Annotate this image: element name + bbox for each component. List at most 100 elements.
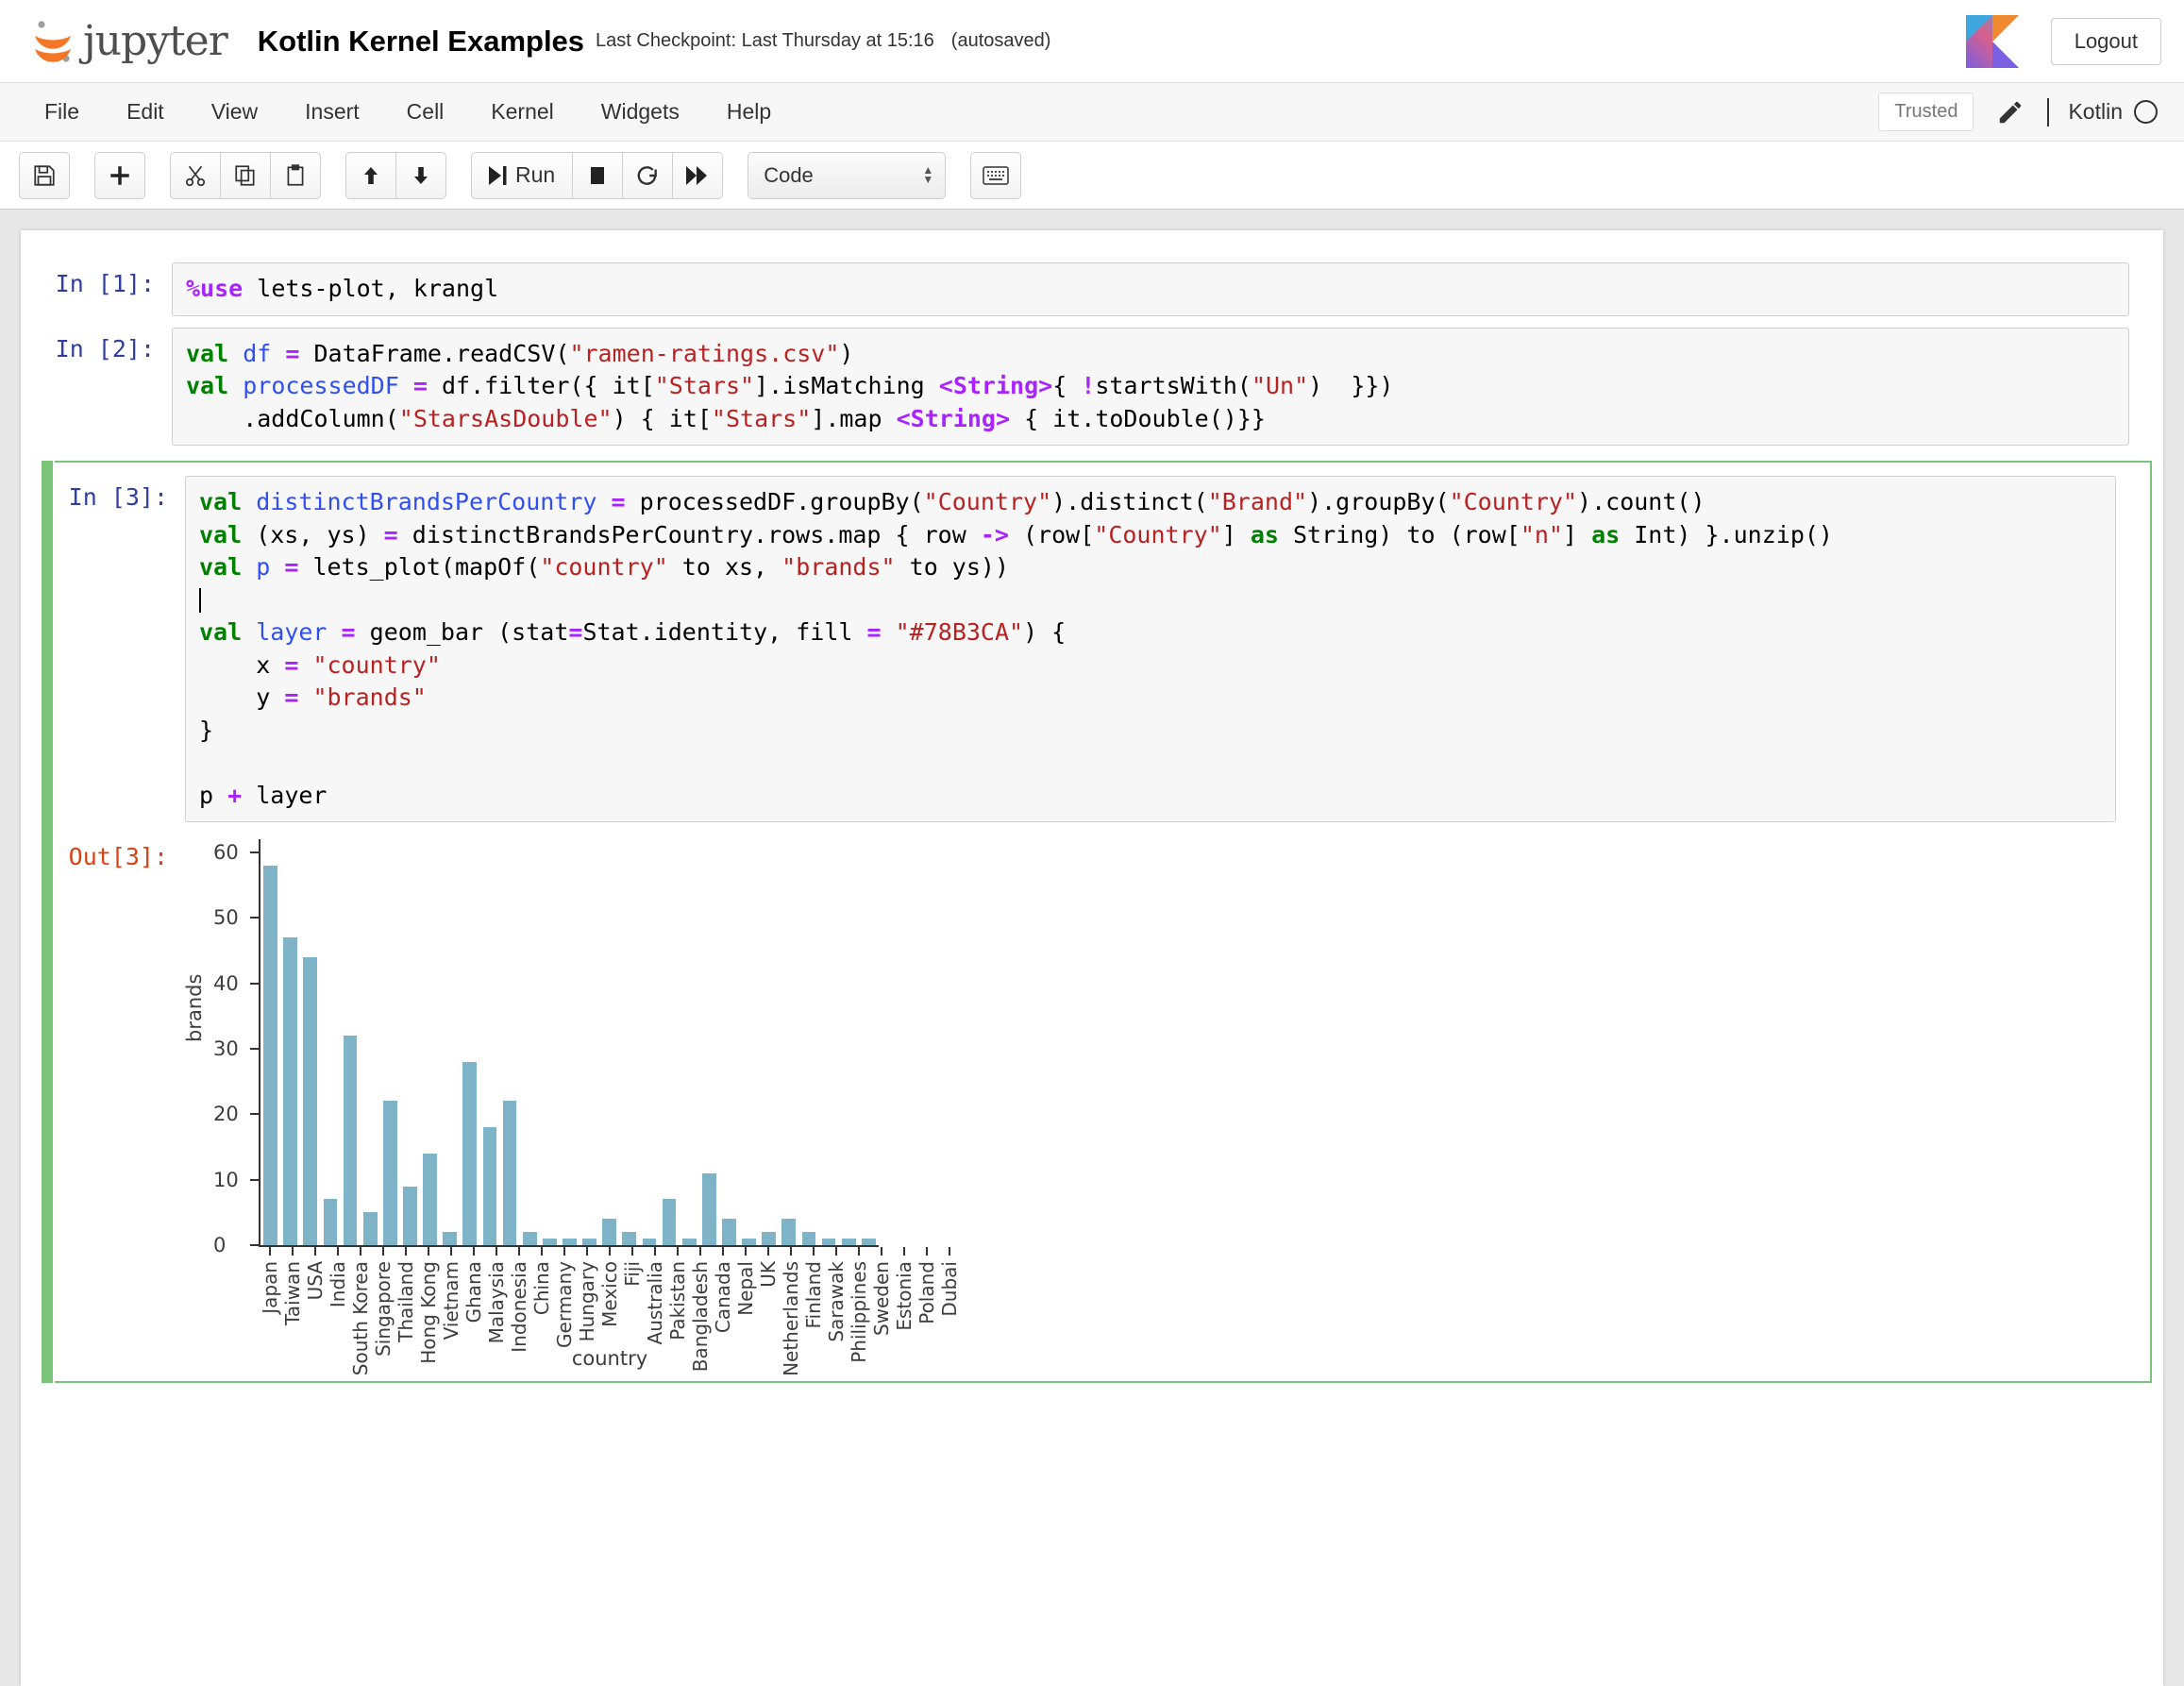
menu-cell[interactable]: Cell [383,92,468,132]
bar-column [599,839,619,1245]
x-tick-label: Malaysia [485,1261,508,1343]
bar [303,957,317,1245]
bar-column [759,839,779,1245]
x-tick-mark [677,1247,679,1256]
y-tick-mark [250,1048,259,1050]
cell-type-select[interactable]: Code ▲▼ [748,152,946,199]
kernel-idle-circle-icon[interactable] [2134,100,2158,124]
code-cell-2[interactable]: In [2]: val df = DataFrame.readCSV("rame… [21,322,2163,452]
x-tick-mark [586,1247,588,1256]
cell-output-3: brands JapanTaiwanUSAIndiaSouth KoreaSin… [185,835,2116,1368]
bar [862,1239,876,1245]
x-tick-mark [314,1247,316,1256]
bar-column [819,839,839,1245]
x-tick-mark [813,1247,815,1256]
jupyter-wordmark: jupyter [83,17,227,65]
bar-column [500,839,520,1245]
notebook-title[interactable]: Kotlin Kernel Examples [258,25,584,59]
menu-view[interactable]: View [188,92,281,132]
kernel-indicator-label: Kotlin [2068,99,2123,125]
run-cell-button[interactable]: Run [471,152,573,199]
run-button-label: Run [515,162,555,188]
bar-series [260,839,879,1245]
code-cell-3-selected[interactable]: In [3]: val distinctBrandsPerCountry = p… [55,461,2152,1383]
y-tick-mark [250,1244,259,1246]
brands-per-country-bar-chart: brands JapanTaiwanUSAIndiaSouth KoreaSin… [185,839,1034,1368]
bar [762,1232,776,1245]
restart-and-run-all-button[interactable] [672,152,723,199]
x-tick-label: India [327,1261,349,1307]
x-tick-label: Indonesia [508,1261,530,1353]
x-tick-label: Finland [802,1261,825,1328]
bar [602,1219,616,1245]
trusted-badge[interactable]: Trusted [1878,93,1974,131]
bar-column [420,839,440,1245]
x-tick-label: USA [304,1261,327,1300]
cut-cell-button[interactable] [170,152,221,199]
code-text-3: val distinctBrandsPerCountry = processed… [199,486,2102,812]
x-tick-mark [790,1247,792,1256]
x-tick-mark [292,1247,294,1256]
menu-file[interactable]: File [21,92,103,132]
menu-edit[interactable]: Edit [103,92,188,132]
jupyter-logo-icon [28,17,77,66]
bar-column [260,839,280,1245]
x-tick-mark [881,1247,882,1256]
bar-column [341,839,361,1245]
bar-column [779,839,798,1245]
code-editor-1[interactable]: %use lets-plot, krangl [172,262,2129,316]
x-tick-label: Thailand [395,1261,417,1342]
bar-column [440,839,460,1245]
pencil-icon[interactable] [1996,98,2024,126]
restart-kernel-button[interactable] [622,152,673,199]
move-cell-up-button[interactable] [345,152,396,199]
menu-widgets[interactable]: Widgets [578,92,703,132]
bar [822,1239,836,1245]
bar [523,1232,537,1245]
text-cursor [199,588,201,613]
code-cell-1[interactable]: In [1]: %use lets-plot, krangl [21,257,2163,322]
code-editor-2[interactable]: val df = DataFrame.readCSV("ramen-rating… [172,328,2129,447]
notebook-page: In [1]: %use lets-plot, krangl In [2]: v… [21,230,2163,1686]
x-tick-mark [835,1247,837,1256]
bar [702,1173,716,1245]
menu-bar-right: Trusted Kotlin [1878,93,2161,131]
y-axis-label: brands [183,974,206,1042]
bar-column [400,839,420,1245]
bar-column [280,839,300,1245]
x-tick-mark [903,1247,905,1256]
x-tick-mark [541,1247,543,1256]
x-tick-label: Germany [553,1261,576,1348]
bar-column [300,839,320,1245]
menu-help[interactable]: Help [703,92,795,132]
bar-column [540,839,560,1245]
paste-cell-button[interactable] [270,152,321,199]
jupyter-logo[interactable]: jupyter [28,17,227,66]
x-tick-label: Japan [259,1261,281,1314]
x-tick-mark [428,1247,429,1256]
code-text-2: val df = DataFrame.readCSV("ramen-rating… [186,338,2115,436]
x-tick-label: Fiji [621,1261,644,1287]
menu-kernel[interactable]: Kernel [467,92,577,132]
command-palette-button[interactable] [970,152,1021,199]
x-tick-label: Singapore [372,1261,395,1357]
move-cell-down-button[interactable] [395,152,446,199]
copy-cell-button[interactable] [220,152,271,199]
bar-column [798,839,818,1245]
x-tick-mark [450,1247,452,1256]
bar-column [680,839,699,1245]
x-tick-mark [745,1247,747,1256]
save-button[interactable] [19,152,70,199]
insert-cell-below-button[interactable] [94,152,145,199]
code-editor-3[interactable]: val distinctBrandsPerCountry = processed… [185,476,2116,822]
x-tick-mark [563,1247,565,1256]
x-tick-label: UK [757,1261,780,1288]
bar-column [639,839,659,1245]
kotlin-logo-icon [1966,15,2019,68]
logout-button[interactable]: Logout [2051,18,2161,65]
menu-insert[interactable]: Insert [281,92,383,132]
x-tick-label: Ghana [462,1261,485,1323]
x-tick-mark [518,1247,520,1256]
interrupt-kernel-button[interactable] [572,152,623,199]
code-text-1: %use lets-plot, krangl [186,273,2115,306]
